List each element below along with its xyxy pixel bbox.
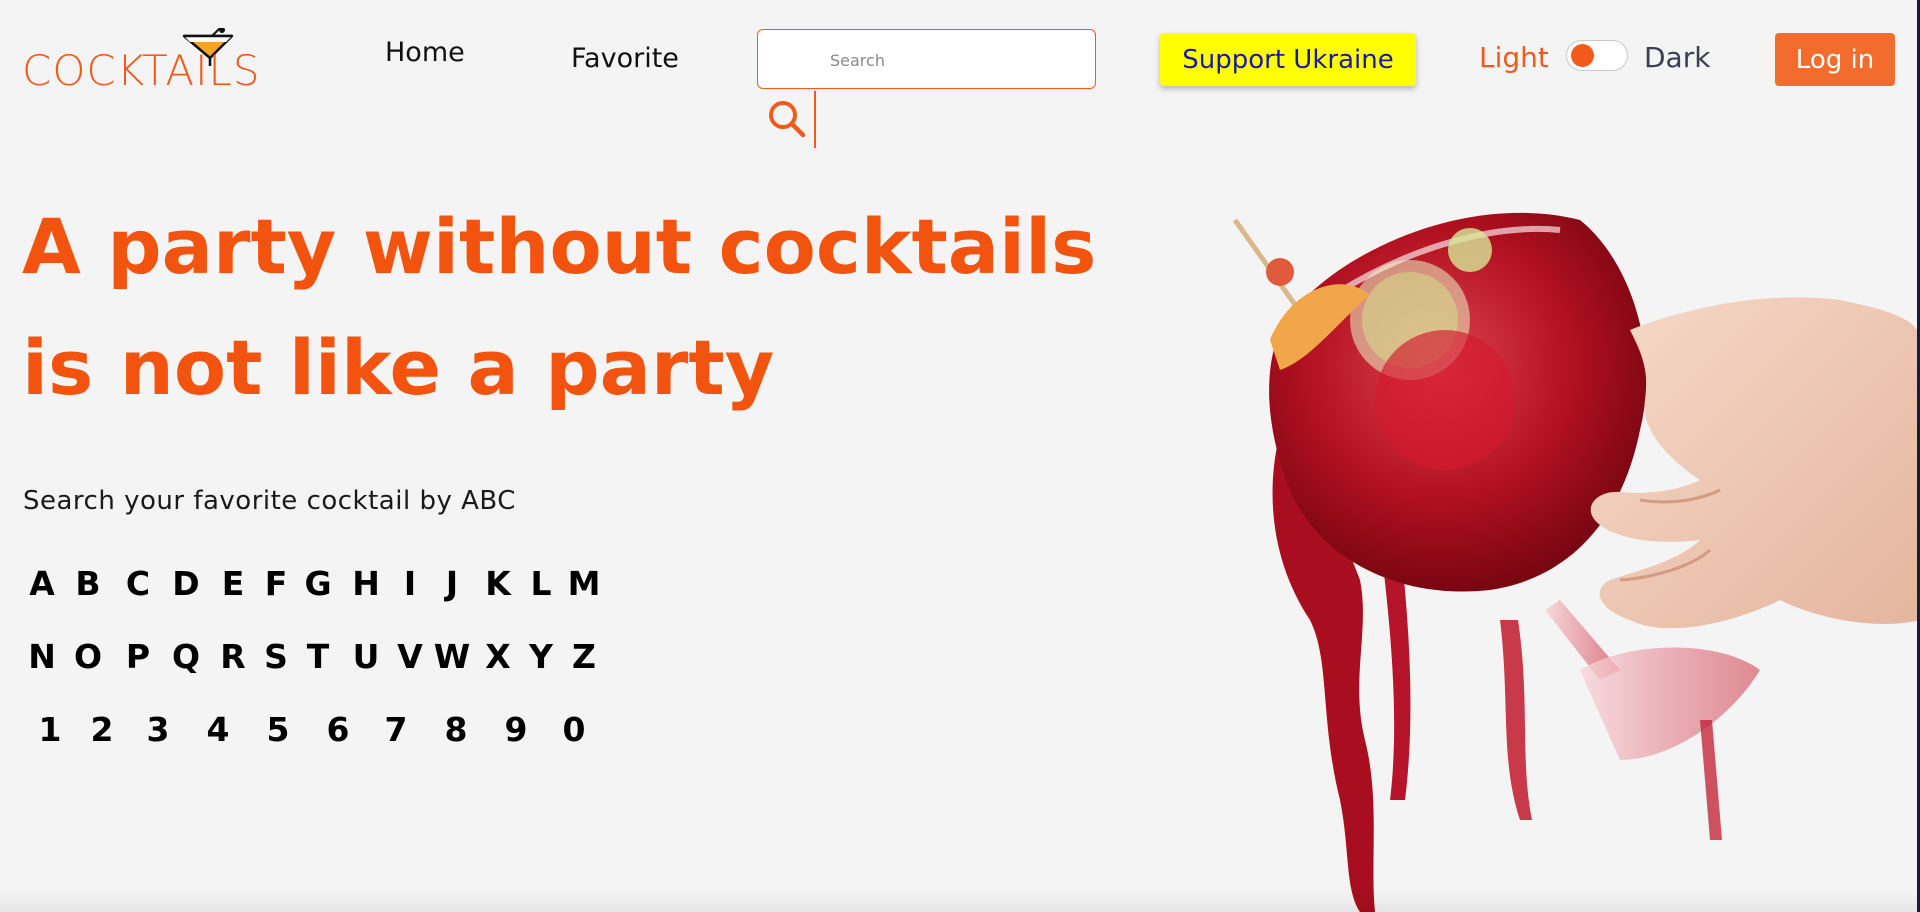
search-divider xyxy=(814,91,816,148)
theme-toggle-knob xyxy=(1571,44,1594,67)
abc-subtitle: Search your favorite cocktail by ABC xyxy=(23,486,516,516)
abc-key[interactable]: B xyxy=(68,560,108,608)
abc-key[interactable]: 5 xyxy=(258,706,298,754)
abc-key[interactable]: E xyxy=(213,560,253,608)
abc-key[interactable]: C xyxy=(118,560,158,608)
abc-key[interactable]: T xyxy=(298,633,338,681)
cocktail-splash-image xyxy=(1232,212,1920,912)
abc-key[interactable]: 1 xyxy=(30,706,70,754)
home-page: COCKTAILS Home Favorite Support Ukraine … xyxy=(0,0,1920,912)
abc-key[interactable]: K xyxy=(478,560,518,608)
abc-key[interactable]: I xyxy=(390,560,430,608)
hero-title-line-1: A party without cocktails xyxy=(22,202,1097,291)
abc-key[interactable]: Z xyxy=(564,633,604,681)
bottom-shadow xyxy=(0,890,1920,912)
abc-key[interactable]: U xyxy=(346,633,386,681)
hero-title-line-2: is not like a party xyxy=(22,323,775,412)
abc-key[interactable]: J xyxy=(432,560,472,608)
abc-key[interactable]: R xyxy=(213,633,253,681)
search-input[interactable] xyxy=(758,30,1095,88)
abc-key[interactable]: 7 xyxy=(376,706,416,754)
abc-key[interactable]: 6 xyxy=(318,706,358,754)
abc-key[interactable]: X xyxy=(478,633,518,681)
abc-key[interactable]: 9 xyxy=(496,706,536,754)
abc-key[interactable]: 0 xyxy=(554,706,594,754)
abc-key[interactable]: N xyxy=(22,633,62,681)
support-ukraine-button[interactable]: Support Ukraine xyxy=(1160,33,1416,86)
login-button[interactable]: Log in xyxy=(1775,33,1895,86)
abc-key[interactable]: L xyxy=(521,560,561,608)
abc-key[interactable]: O xyxy=(68,633,108,681)
hero-title: A party without cocktails is not like a … xyxy=(22,186,1122,428)
abc-key[interactable]: F xyxy=(256,560,296,608)
abc-key[interactable]: W xyxy=(432,633,472,681)
theme-light-label: Light xyxy=(1479,41,1549,74)
abc-key[interactable]: A xyxy=(22,560,62,608)
search-box xyxy=(757,29,1096,89)
abc-key[interactable]: 8 xyxy=(436,706,476,754)
abc-key[interactable]: Y xyxy=(521,633,561,681)
nav-home[interactable]: Home xyxy=(385,37,465,68)
nav-favorite[interactable]: Favorite xyxy=(571,43,679,74)
theme-toggle[interactable] xyxy=(1566,40,1628,71)
abc-key[interactable]: S xyxy=(256,633,296,681)
abc-key[interactable]: G xyxy=(298,560,338,608)
abc-key[interactable]: 3 xyxy=(138,706,178,754)
abc-grid: ABCDEFGHIJKLM NOPQRSTUVWXYZ 1234567890 xyxy=(22,560,612,779)
abc-row-1: ABCDEFGHIJKLM xyxy=(22,560,612,633)
abc-row-2: NOPQRSTUVWXYZ xyxy=(22,633,612,706)
abc-key[interactable]: 2 xyxy=(82,706,122,754)
abc-key[interactable]: Q xyxy=(166,633,206,681)
abc-row-3: 1234567890 xyxy=(22,706,612,779)
abc-key[interactable]: D xyxy=(166,560,206,608)
abc-key[interactable]: M xyxy=(564,560,604,608)
abc-key[interactable]: 4 xyxy=(198,706,238,754)
logo[interactable]: COCKTAILS xyxy=(22,28,262,98)
search-icon[interactable] xyxy=(766,98,808,140)
logo-text: COCKTAILS xyxy=(22,46,261,95)
abc-key[interactable]: H xyxy=(346,560,386,608)
abc-key[interactable]: V xyxy=(390,633,430,681)
abc-key[interactable]: P xyxy=(118,633,158,681)
theme-dark-label: Dark xyxy=(1644,41,1711,74)
